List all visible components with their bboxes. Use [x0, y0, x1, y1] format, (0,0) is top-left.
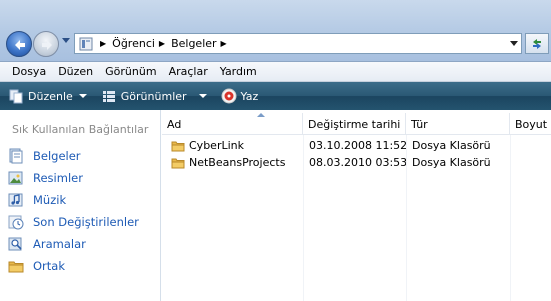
organize-icon	[8, 88, 24, 104]
back-arrow-icon	[15, 40, 25, 50]
column-header-type[interactable]: Tür	[406, 113, 510, 135]
file-row[interactable]: CyberLink 03.10.2008 11:52 Dosya Klasörü	[162, 137, 551, 154]
forward-arrow-icon	[42, 40, 52, 50]
breadcrumb-ogrenci[interactable]: Öğrenci	[111, 37, 156, 50]
breadcrumb-separator[interactable]: ▶	[100, 39, 106, 48]
file-date-modified: 03.10.2008 11:52	[309, 139, 408, 152]
column-divider	[303, 135, 304, 301]
command-bar: Düzenle Görünümler Yaz	[0, 82, 551, 110]
views-label: Görünümler	[120, 89, 187, 103]
address-bar-region: ▶ Öğrenci ▶ Belgeler ▶	[0, 0, 551, 62]
nav-link-recently-changed[interactable]: Son Değiştirilenler	[8, 211, 139, 233]
recent-pages-dropdown[interactable]	[62, 38, 70, 43]
nav-link-searches[interactable]: Aramalar	[8, 233, 139, 255]
file-list: Ad Değiştirme tarihi Tür Boyut CyberLink…	[162, 110, 551, 301]
searches-icon	[8, 236, 24, 252]
refresh-icon	[533, 39, 541, 49]
favorite-links-header: Sık Kullanılan Bağlantılar	[12, 123, 149, 136]
menu-help[interactable]: Yardım	[214, 65, 263, 78]
pictures-icon	[8, 170, 24, 186]
nav-link-label: Son Değiştirilenler	[33, 215, 139, 229]
sort-ascending-icon	[257, 113, 265, 117]
file-type: Dosya Klasörü	[412, 156, 491, 169]
views-button[interactable]: Görünümler	[101, 88, 207, 104]
column-header-name[interactable]: Ad	[162, 113, 303, 135]
burn-disc-icon	[221, 88, 237, 104]
nav-link-label: Resimler	[33, 171, 83, 185]
burn-button[interactable]: Yaz	[221, 88, 259, 104]
organize-button[interactable]: Düzenle	[8, 88, 87, 104]
address-box[interactable]: ▶ Öğrenci ▶ Belgeler ▶	[74, 33, 522, 54]
favorite-links-list: Belgeler Resimler Müzik Son Değiştirilen…	[8, 145, 139, 277]
column-divider	[510, 135, 511, 301]
menu-file[interactable]: Dosya	[6, 65, 52, 78]
nav-link-label: Ortak	[33, 259, 65, 273]
music-icon	[8, 192, 24, 208]
menu-tools[interactable]: Araçlar	[163, 65, 214, 78]
nav-link-label: Müzik	[33, 193, 67, 207]
breadcrumb-separator[interactable]: ▶	[159, 39, 165, 48]
file-name: NetBeansProjects	[189, 156, 286, 169]
menu-edit[interactable]: Düzen	[52, 65, 99, 78]
column-header-size[interactable]: Boyut	[510, 113, 551, 135]
public-folder-icon	[8, 258, 24, 274]
recent-icon	[8, 214, 24, 230]
nav-link-label: Aramalar	[33, 237, 86, 251]
nav-link-label: Belgeler	[33, 149, 81, 163]
file-type: Dosya Klasörü	[412, 139, 491, 152]
address-dropdown-icon[interactable]	[510, 41, 518, 46]
folder-icon	[171, 139, 185, 153]
nav-link-pictures[interactable]: Resimler	[8, 167, 139, 189]
views-icon	[101, 88, 117, 104]
column-headers: Ad Değiştirme tarihi Tür Boyut	[162, 113, 551, 135]
nav-link-music[interactable]: Müzik	[8, 189, 139, 211]
burn-label: Yaz	[240, 89, 259, 103]
nav-link-documents[interactable]: Belgeler	[8, 145, 139, 167]
navigation-pane: Sık Kullanılan Bağlantılar Belgeler Resi…	[0, 110, 161, 301]
forward-button[interactable]	[33, 31, 59, 57]
file-row[interactable]: NetBeansProjects 08.03.2010 03:53 Dosya …	[162, 154, 551, 171]
file-name: CyberLink	[189, 139, 244, 152]
views-chevron-down-icon	[198, 94, 207, 98]
column-header-date-modified[interactable]: Değiştirme tarihi	[303, 113, 406, 135]
folder-icon	[171, 156, 185, 170]
back-button[interactable]	[6, 31, 32, 57]
column-divider	[406, 135, 407, 301]
documents-icon	[8, 148, 24, 164]
organize-label: Düzenle	[28, 89, 73, 103]
menu-view[interactable]: Görünüm	[99, 65, 162, 78]
breadcrumb-belgeler[interactable]: Belgeler	[170, 37, 217, 50]
file-date-modified: 08.03.2010 03:53	[309, 156, 408, 169]
refresh-button[interactable]	[525, 33, 549, 54]
breadcrumb-separator[interactable]: ▶	[221, 39, 227, 48]
nav-link-public[interactable]: Ortak	[8, 255, 139, 277]
organize-chevron-down-icon	[78, 94, 87, 98]
folder-location-icon	[79, 37, 93, 51]
menu-bar: Dosya Düzen Görünüm Araçlar Yardım	[0, 62, 551, 82]
